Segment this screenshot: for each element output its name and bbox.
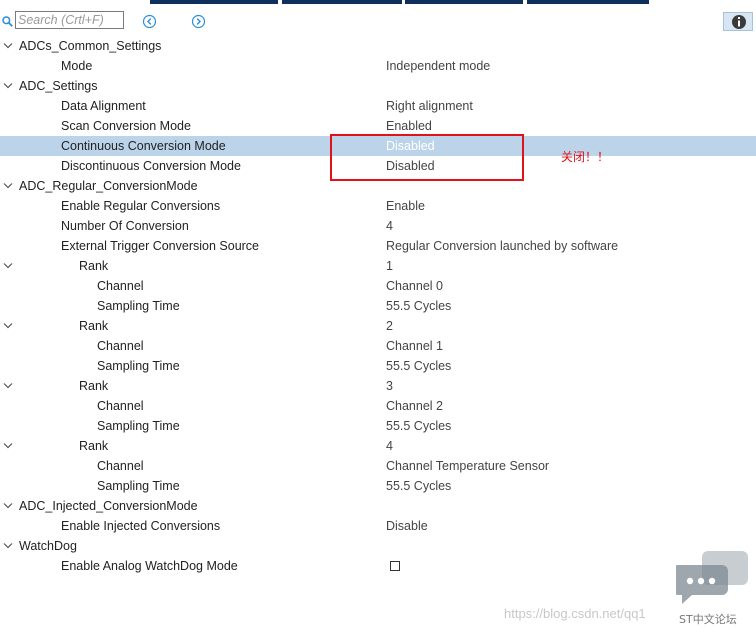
tree-row-label: Rank (79, 319, 109, 333)
tree-row-value[interactable]: 4 (386, 216, 393, 236)
tree-row[interactable]: Channel Channel 1 (0, 336, 756, 356)
search-icon (2, 16, 13, 27)
tree-row-label: Sampling Time (97, 299, 180, 313)
tree-row-value[interactable]: Channel 0 (386, 276, 443, 296)
watchdog-checkbox[interactable] (390, 561, 400, 571)
chevron-down-icon[interactable] (3, 382, 13, 390)
tree-row-label: ADC_Settings (19, 79, 98, 93)
tree-row-label: Rank (79, 379, 109, 393)
tree-row-value[interactable]: 3 (386, 376, 393, 396)
tree-row[interactable]: Sampling Time 55.5 Cycles (0, 296, 756, 316)
tree-row-value[interactable]: Right alignment (386, 96, 473, 116)
tree-row-label: ADC_Regular_ConversionMode (19, 179, 198, 193)
tree-row[interactable]: Channel Channel 2 (0, 396, 756, 416)
tree-row-label: Mode (61, 59, 93, 73)
tree-row-value[interactable]: 55.5 Cycles (386, 296, 451, 316)
chevron-down-icon[interactable] (3, 322, 13, 330)
tree-row[interactable]: Sampling Time 55.5 Cycles (0, 416, 756, 436)
watermark-url: https://blog.csdn.net/qq1 (504, 606, 646, 621)
tree-row[interactable]: Enable Analog WatchDog Mode (0, 556, 756, 576)
tree-row-label: Sampling Time (97, 359, 180, 373)
tree-row[interactable]: Rank 1 (0, 256, 756, 276)
chevron-down-icon[interactable] (3, 42, 13, 50)
tree-row-value[interactable]: Channel Temperature Sensor (386, 456, 549, 476)
tree-row-label: Rank (79, 259, 109, 273)
previous-match-button[interactable] (142, 14, 157, 29)
tree-row-value[interactable]: 1 (386, 256, 393, 276)
tree-row[interactable]: WatchDog (0, 536, 756, 556)
chevron-down-icon[interactable] (3, 502, 13, 510)
tab-segment[interactable] (527, 0, 649, 4)
tab-segment[interactable] (282, 0, 402, 4)
tree-row-value[interactable]: 55.5 Cycles (386, 356, 451, 376)
chevron-down-icon[interactable] (3, 182, 13, 190)
tree-row-label: Discontinuous Conversion Mode (61, 159, 241, 173)
tree-row-value[interactable]: Enable (386, 196, 425, 216)
tree-row[interactable]: Number Of Conversion 4 (0, 216, 756, 236)
tree-row-value[interactable]: Enabled (386, 116, 432, 136)
chevron-down-icon[interactable] (3, 542, 13, 550)
tree-row-label: Channel (97, 339, 144, 353)
tree-row[interactable]: Enable Regular Conversions Enable (0, 196, 756, 216)
tree-row[interactable]: Rank 4 (0, 436, 756, 456)
tree-row[interactable]: ADC_Injected_ConversionMode (0, 496, 756, 516)
info-icon (732, 15, 746, 29)
tree-row[interactable]: Data Alignment Right alignment (0, 96, 756, 116)
tree-row-label: Rank (79, 439, 109, 453)
tree-row-label: Enable Analog WatchDog Mode (61, 559, 238, 573)
tree-row-label: ADC_Injected_ConversionMode (19, 499, 198, 513)
annotation-note: 关闭！！ (561, 150, 610, 164)
tree-row[interactable]: Mode Independent mode (0, 56, 756, 76)
forum-name: ST中文论坛 (679, 613, 737, 626)
annotation-highlight-box (330, 134, 524, 181)
tree-row-label: Scan Conversion Mode (61, 119, 191, 133)
tree-row-value[interactable]: Regular Conversion launched by software (386, 236, 618, 256)
tree-row-value[interactable]: 4 (386, 436, 393, 456)
tree-row-label: Enable Regular Conversions (61, 199, 221, 213)
tree-row-label: Data Alignment (61, 99, 146, 113)
info-button[interactable] (723, 12, 753, 31)
top-tab-strip (0, 0, 756, 4)
forum-logo-icon (676, 551, 748, 604)
tree-row-label: Channel (97, 459, 144, 473)
tree-row[interactable]: ADCs_Common_Settings (0, 36, 756, 56)
toolbar (0, 8, 756, 36)
tree-row-label: Enable Injected Conversions (61, 519, 221, 533)
tree-row[interactable]: Sampling Time 55.5 Cycles (0, 476, 756, 496)
tree-row[interactable]: Rank 3 (0, 376, 756, 396)
tree-row[interactable]: Channel Channel 0 (0, 276, 756, 296)
chevron-down-icon[interactable] (3, 262, 13, 270)
tree-row-value[interactable]: 55.5 Cycles (386, 476, 451, 496)
tree-row[interactable]: Enable Injected Conversions Disable (0, 516, 756, 536)
tree-row[interactable]: Scan Conversion Mode Enabled (0, 116, 756, 136)
tree-row[interactable]: Channel Channel Temperature Sensor (0, 456, 756, 476)
tab-segment[interactable] (150, 0, 278, 4)
tree-row-label: Channel (97, 279, 144, 293)
tree-row-value[interactable]: 2 (386, 316, 393, 336)
tree-row-label: Sampling Time (97, 419, 180, 433)
tree-row-value[interactable]: Disable (386, 516, 428, 536)
chevron-down-icon[interactable] (3, 82, 13, 90)
tree-row-label: WatchDog (19, 539, 77, 553)
search-input[interactable] (15, 11, 124, 29)
tree-row-label: Continuous Conversion Mode (61, 139, 226, 153)
tree-row-label: Channel (97, 399, 144, 413)
tree-row-label: External Trigger Conversion Source (61, 239, 260, 253)
tab-segment[interactable] (405, 0, 523, 4)
next-match-button[interactable] (191, 14, 206, 29)
tree-row[interactable]: Sampling Time 55.5 Cycles (0, 356, 756, 376)
tree-row-label: ADCs_Common_Settings (19, 39, 162, 53)
tree-row-label: Number Of Conversion (61, 219, 189, 233)
tree-row-value[interactable]: Channel 2 (386, 396, 443, 416)
tree-row[interactable]: ADC_Settings (0, 76, 756, 96)
tree-row-value[interactable]: Channel 1 (386, 336, 443, 356)
tree-row-label: Sampling Time (97, 479, 180, 493)
tree-row-value[interactable]: Independent mode (386, 56, 490, 76)
chevron-down-icon[interactable] (3, 442, 13, 450)
tree-row-value[interactable]: 55.5 Cycles (386, 416, 451, 436)
tree-row[interactable]: External Trigger Conversion Source Regula… (0, 236, 756, 256)
tree-row[interactable]: Rank 2 (0, 316, 756, 336)
